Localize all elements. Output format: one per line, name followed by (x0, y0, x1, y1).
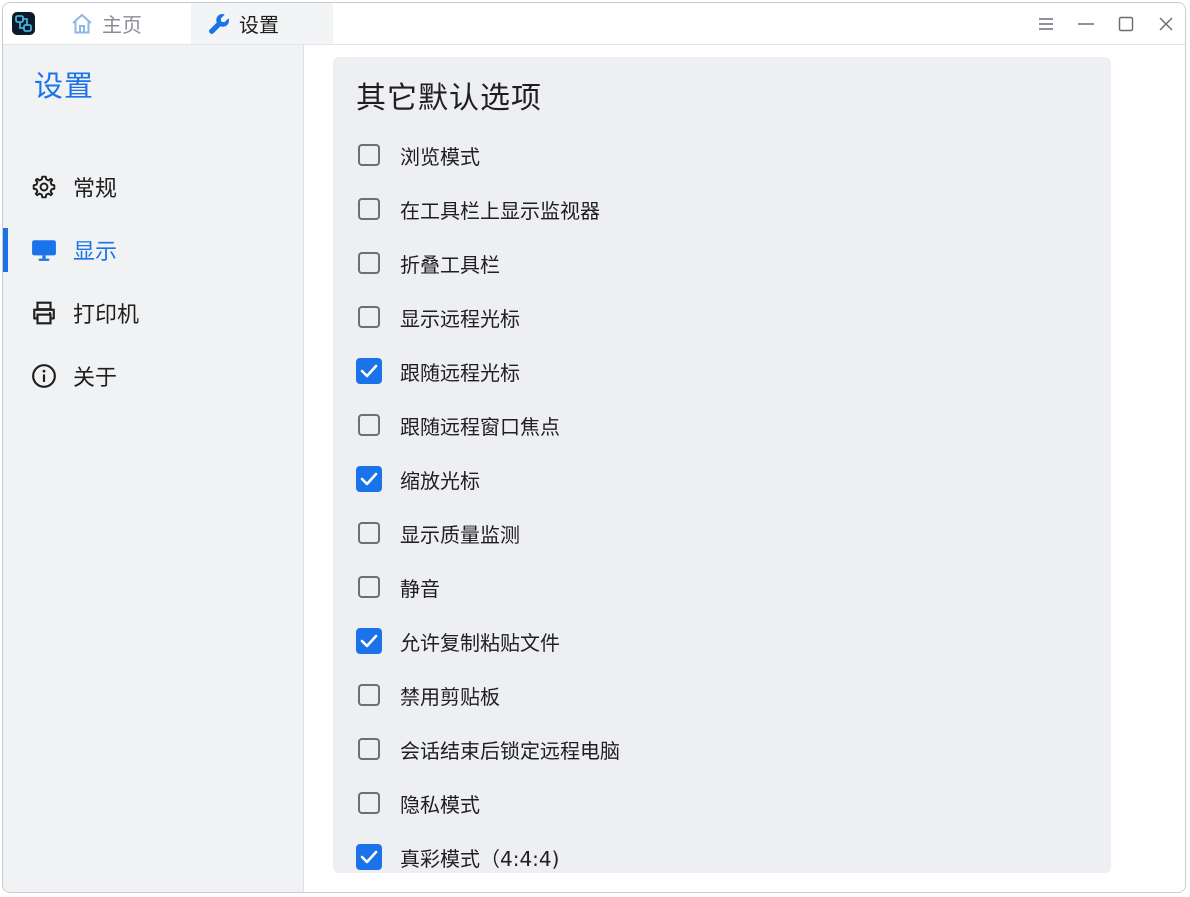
option-label: 显示质量监测 (400, 522, 520, 547)
checkbox-option[interactable]: 缩放光标 (333, 452, 1111, 506)
options-list: 浏览模式在工具栏上显示监视器 折叠工具栏显示远程光标 跟随远程光标跟随远程窗口焦点缩… (333, 128, 1111, 873)
option-label: 显示远程光标 (400, 306, 520, 331)
checkbox-option[interactable]: 真彩模式（4:4:4) (333, 830, 1111, 873)
maximize-button[interactable] (1115, 13, 1137, 35)
sidebar-item-label: 打印机 (73, 303, 140, 328)
checkbox-checked[interactable] (356, 628, 382, 654)
check-icon (360, 850, 378, 864)
checkbox-unchecked[interactable] (358, 306, 380, 328)
close-icon (1159, 17, 1173, 31)
option-label: 禁用剪贴板 (400, 684, 500, 709)
checkbox-option[interactable]: 显示质量监测 (333, 506, 1111, 560)
options-card: 其它默认选项 浏览模式在工具栏上显示监视器 折叠工具栏显示远程光标 跟随远程光标跟随… (333, 57, 1111, 873)
tab-home-label: 主页 (102, 13, 142, 37)
sidebar-item-label: 关于 (73, 366, 118, 391)
checkbox-unchecked[interactable] (358, 684, 380, 706)
check-icon (360, 634, 378, 648)
section-title: 其它默认选项 (356, 81, 542, 116)
checkbox-option[interactable]: 跟随远程光标 (333, 344, 1111, 398)
title-bar: 主页 设置 (3, 3, 1185, 45)
tab-settings-label: 设置 (239, 13, 279, 37)
sidebar-item-about[interactable]: 关于 (3, 354, 303, 398)
option-label: 静音 (400, 576, 440, 601)
checkbox-unchecked[interactable] (358, 198, 380, 220)
option-label: 会话结束后锁定远程电脑 (400, 738, 620, 763)
checkbox-unchecked[interactable] (358, 252, 380, 274)
checkbox-unchecked[interactable] (358, 792, 380, 814)
minimize-icon (1078, 23, 1094, 25)
minimize-button[interactable] (1075, 13, 1097, 35)
monitor-icon (31, 237, 57, 263)
checkbox-checked[interactable] (356, 466, 382, 492)
checkbox-option[interactable]: 折叠工具栏 (333, 236, 1111, 290)
menu-button[interactable] (1035, 13, 1057, 35)
checkbox-option[interactable]: 在工具栏上显示监视器 (333, 182, 1111, 236)
sidebar: 设置 常规 显示 打印机 关于 (3, 45, 304, 892)
checkbox-unchecked[interactable] (358, 738, 380, 760)
sidebar-item-label: 显示 (73, 240, 118, 265)
option-label: 跟随远程窗口焦点 (400, 414, 560, 439)
checkbox-unchecked[interactable] (358, 522, 380, 544)
option-label: 跟随远程光标 (400, 360, 520, 385)
option-label: 允许复制粘贴文件 (400, 630, 560, 655)
checkbox-option[interactable]: 跟随远程窗口焦点 (333, 398, 1111, 452)
checkbox-option[interactable]: 浏览模式 (333, 128, 1111, 182)
info-icon (31, 363, 57, 389)
check-icon (360, 364, 378, 378)
printer-icon (31, 300, 57, 326)
tab-home[interactable]: 主页 (43, 3, 191, 44)
checkbox-option[interactable]: 隐私模式 (333, 776, 1111, 830)
home-icon (72, 13, 92, 33)
checkbox-option[interactable]: 允许复制粘贴文件 (333, 614, 1111, 668)
check-icon (360, 472, 378, 486)
app-window: 主页 设置 设置 常规 显示 打印机 关于 其它默认选项 浏览模式 在工具栏上显… (2, 2, 1186, 893)
checkbox-option[interactable]: 禁用剪贴板 (333, 668, 1111, 722)
checkbox-unchecked[interactable] (358, 144, 380, 166)
sidebar-item-label: 常规 (73, 177, 118, 202)
option-label: 缩放光标 (400, 468, 480, 493)
wrench-icon (209, 13, 229, 34)
checkbox-option[interactable]: 静音 (333, 560, 1111, 614)
close-button[interactable] (1155, 13, 1177, 35)
checkbox-checked[interactable] (356, 844, 382, 870)
sidebar-item-general[interactable]: 常规 (3, 165, 303, 209)
maximize-icon (1118, 16, 1134, 32)
tab-settings[interactable]: 设置 (191, 3, 333, 44)
sidebar-item-printer[interactable]: 打印机 (3, 291, 303, 335)
checkbox-option[interactable]: 会话结束后锁定远程电脑 (333, 722, 1111, 776)
sidebar-title: 设置 (34, 69, 95, 103)
sidebar-item-display[interactable]: 显示 (3, 228, 303, 272)
checkbox-unchecked[interactable] (358, 414, 380, 436)
main-content[interactable]: 其它默认选项 浏览模式在工具栏上显示监视器 折叠工具栏显示远程光标 跟随远程光标跟随… (304, 45, 1185, 892)
option-label: 真彩模式（4:4:4) (400, 846, 560, 871)
app-logo-icon (12, 12, 35, 35)
option-label: 折叠工具栏 (400, 252, 500, 277)
gear-icon (31, 174, 57, 200)
option-label: 浏览模式 (400, 144, 480, 169)
option-label: 在工具栏上显示监视器 (400, 198, 600, 223)
checkbox-checked[interactable] (356, 358, 382, 384)
checkbox-unchecked[interactable] (358, 576, 380, 598)
checkbox-option[interactable]: 显示远程光标 (333, 290, 1111, 344)
option-label: 隐私模式 (400, 792, 480, 817)
menu-icon (1039, 18, 1053, 30)
